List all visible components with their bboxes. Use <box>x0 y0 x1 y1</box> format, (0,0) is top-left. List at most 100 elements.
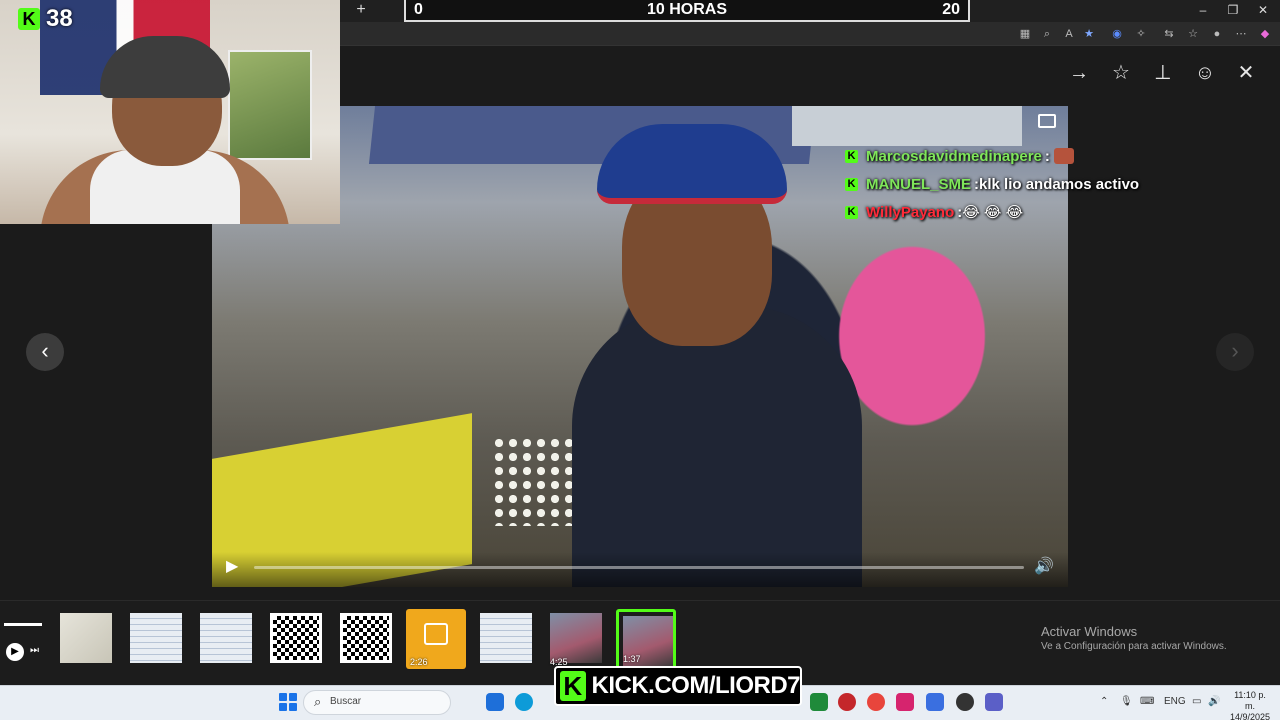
kick-icon: K <box>845 205 858 219</box>
thumbnail-duration: 1:37 <box>623 654 641 664</box>
chat-message: K MANUEL_SME : klk lio andamos activo <box>845 170 1175 198</box>
clock-date: 14/9/2025 <box>1229 712 1271 720</box>
chevron-right-icon[interactable]: › <box>1216 333 1254 371</box>
microphone-icon[interactable]: 🎙 <box>1120 696 1133 708</box>
taskbar-search[interactable]: ⌕ Buscar <box>303 690 451 715</box>
new-tab-icon[interactable]: + <box>352 0 370 20</box>
thumbnail-preview <box>270 613 322 663</box>
emoji-icon[interactable]: ☺ <box>1192 60 1218 86</box>
thumbnail[interactable] <box>476 609 536 669</box>
screen: + – ❐ ✕ ▦ ⌕ A ★ ◉ ✧ ⇆ ☆ ● ⋯ ◆ → ☆ ⊥ ☺ ✕ … <box>0 0 1280 720</box>
strip-progress <box>4 623 42 626</box>
favorites-icon[interactable]: ☆ <box>1184 26 1202 42</box>
chat-message: K Marcosdavidmedinapere : <box>845 142 1175 170</box>
thumbnail[interactable] <box>336 609 396 669</box>
more-options-icon[interactable]: ⋯ <box>1232 26 1250 42</box>
kick-logo-icon: K <box>560 671 586 701</box>
close-icon[interactable]: ✕ <box>1233 60 1259 86</box>
windows-start-icon[interactable] <box>279 693 297 711</box>
chat-separator: : <box>1044 147 1050 165</box>
restore-icon[interactable]: ❐ <box>1218 0 1248 20</box>
arrow-right-icon[interactable]: → <box>1066 60 1092 86</box>
scoreboard: 10 HORAS 0 20 <box>404 0 970 22</box>
taskbar-clock[interactable]: 11:10 p. m. 14/9/2025 <box>1228 690 1272 720</box>
star-icon[interactable]: ☆ <box>1108 60 1134 86</box>
thumbnail-preview <box>480 613 532 663</box>
video-controls <box>212 552 1068 587</box>
thumbnail[interactable]: 4:25 <box>546 609 606 669</box>
thumbnail-preview <box>130 613 182 663</box>
thumbnail[interactable] <box>56 609 116 669</box>
chat-username: Marcosdavidmedinapere <box>866 147 1042 165</box>
strip-skip-icon[interactable]: ⏭ <box>30 645 42 659</box>
pin-icon[interactable]: ⊥ <box>1150 60 1176 86</box>
market-tent <box>792 106 1022 146</box>
kick-channel-url: KICK.COM/LIORD7 <box>591 672 801 699</box>
thumbnail[interactable] <box>126 609 186 669</box>
kick-channel-banner: K KICK.COM/LIORD7 <box>554 666 802 706</box>
activate-subtitle: Ve a Configuración para activar Windows. <box>1041 641 1227 652</box>
emote-icon <box>1053 148 1074 164</box>
chat-overlay: K Marcosdavidmedinapere : K MANUEL_SME :… <box>845 142 1175 226</box>
search-icon: ⌕ <box>314 694 322 709</box>
thumbnail[interactable] <box>196 609 256 669</box>
chevron-left-icon[interactable]: ‹ <box>26 333 64 371</box>
volume-icon[interactable]: 🔊 <box>1034 557 1060 577</box>
thumbnail[interactable] <box>266 609 326 669</box>
thumbnail-duration: 2:26 <box>410 657 428 667</box>
thumbnail[interactable]: 2:26 <box>406 609 466 669</box>
chat-username: MANUEL_SME <box>866 175 972 193</box>
thumbnail-preview <box>60 613 112 663</box>
app-grid-icon[interactable]: ▦ <box>1016 26 1034 42</box>
clock-time: 11:10 p. m. <box>1234 690 1266 711</box>
copilot-icon[interactable]: ◆ <box>1256 26 1274 42</box>
edge-icon[interactable] <box>515 693 533 711</box>
score-right: 20 <box>942 1 960 18</box>
activate-title: Activar Windows <box>1041 624 1138 639</box>
favorite-star-icon[interactable]: ★ <box>1080 26 1098 42</box>
chrome-icon[interactable] <box>867 693 885 711</box>
tray-overflow-icon[interactable]: ⌃ <box>1100 696 1108 708</box>
score-left: 0 <box>414 1 423 18</box>
activate-windows-watermark: Activar Windows Ve a Configuración para … <box>1041 624 1271 654</box>
thumbnail[interactable]: 1:37 <box>616 609 676 669</box>
read-aloud-icon[interactable]: A <box>1060 26 1078 42</box>
play-icon[interactable]: ▶ <box>226 558 242 576</box>
streamer-webcam: K 38 <box>0 0 340 224</box>
app-icon[interactable] <box>956 693 974 711</box>
chat-message: K WillyPayano : 😂 😂 😂 <box>845 198 1175 226</box>
language-indicator[interactable]: ENG <box>1164 696 1186 708</box>
thumbnail-preview <box>340 613 392 663</box>
thumbnail-preview <box>550 613 602 663</box>
task-view-icon[interactable] <box>486 693 504 711</box>
profile-avatar-icon[interactable]: ● <box>1208 26 1226 42</box>
strip-play-icon[interactable]: ▶ <box>6 643 24 661</box>
keyboard-icon[interactable]: ⌨ <box>1140 696 1154 708</box>
app-icon[interactable] <box>926 693 944 711</box>
split-screen-icon[interactable]: ⇆ <box>1160 26 1178 42</box>
video-progress-bar[interactable] <box>254 566 1024 569</box>
chat-text: klk lio andamos activo <box>979 175 1140 193</box>
volume-tray-icon[interactable]: 🔊 <box>1208 696 1220 708</box>
kick-logo-icon: K <box>18 8 40 30</box>
thumbnail-preview <box>200 613 252 663</box>
scoreboard-title: 10 HORAS <box>646 1 728 18</box>
zoom-icon[interactable]: ⌕ <box>1038 26 1056 42</box>
lightbox-header <box>340 46 1280 100</box>
extensions-puzzle-icon[interactable]: ✧ <box>1132 26 1150 42</box>
window-close-icon[interactable]: ✕ <box>1248 0 1278 20</box>
chat-text: 😂 😂 😂 <box>962 204 1024 221</box>
tiktok-icon[interactable] <box>896 693 914 711</box>
image-icon <box>424 623 448 645</box>
viewer-counter: K 38 <box>18 5 73 32</box>
minimize-icon[interactable]: – <box>1188 0 1218 20</box>
extension-icon[interactable]: ◉ <box>1108 26 1126 42</box>
search-placeholder: Buscar <box>330 696 362 707</box>
kick-icon: K <box>845 149 858 163</box>
app-icon[interactable] <box>838 693 856 711</box>
man-cap <box>597 124 787 204</box>
display-icon[interactable]: ▭ <box>1192 696 1201 708</box>
app-icon[interactable] <box>810 693 828 711</box>
open-external-icon[interactable] <box>1038 114 1056 128</box>
teams-icon[interactable] <box>985 693 1003 711</box>
